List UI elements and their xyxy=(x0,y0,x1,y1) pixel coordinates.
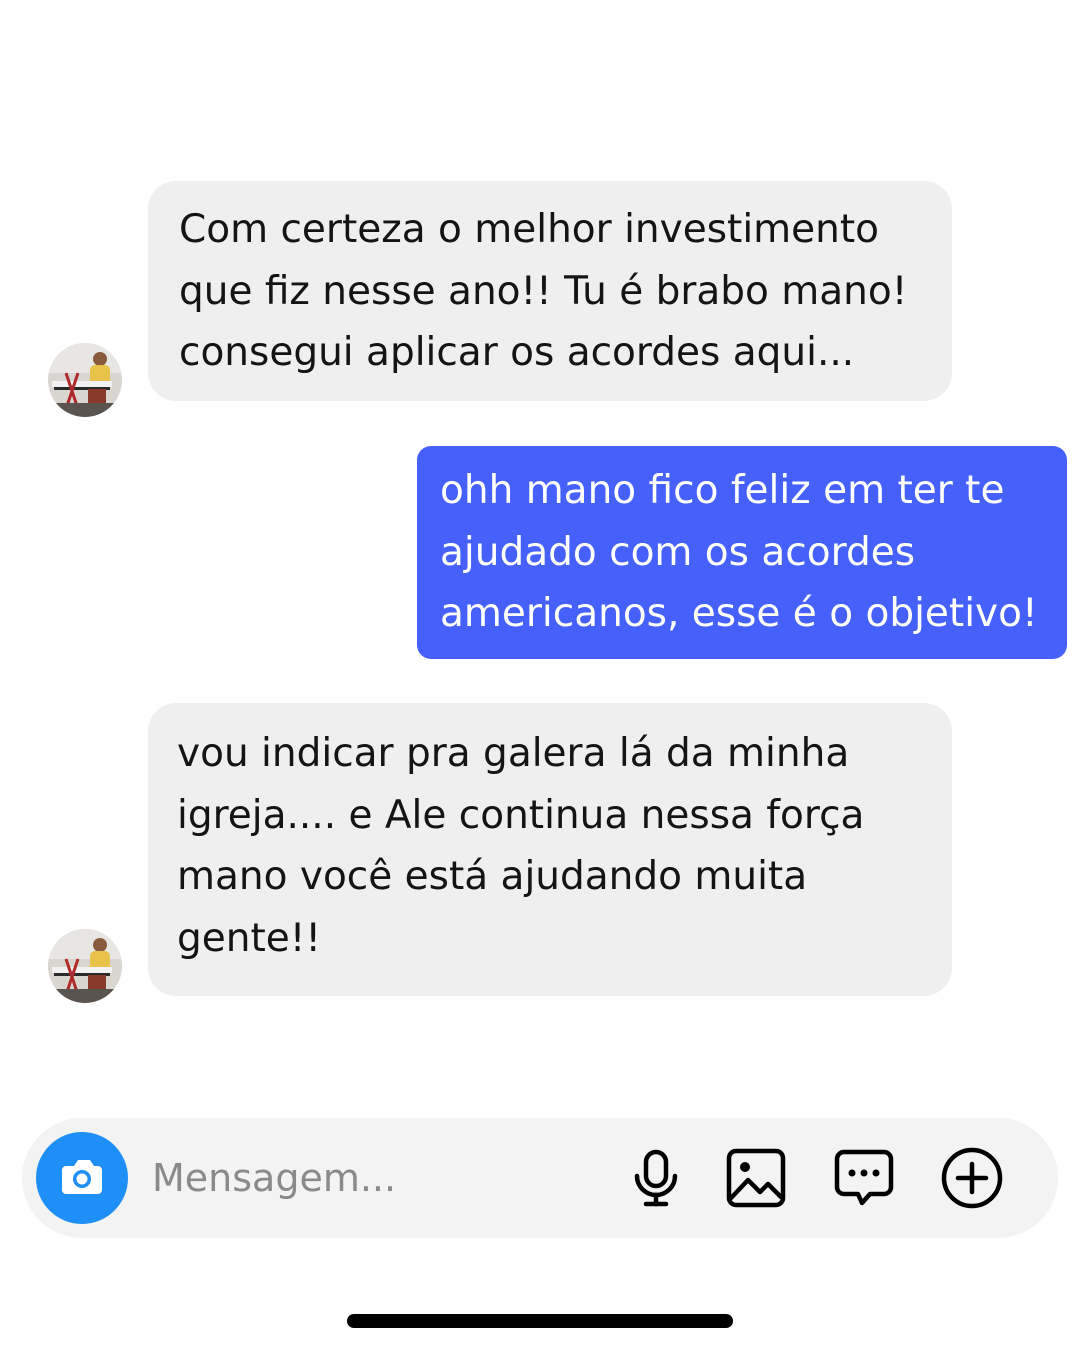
message-composer[interactable]: Mensagem... xyxy=(22,1118,1058,1238)
message-line: que fiz nesse ano!! Tu é brabo mano! xyxy=(179,268,908,314)
message-line: ohh mano fico feliz em ter te xyxy=(440,468,1005,513)
image-icon[interactable] xyxy=(724,1146,788,1210)
message-line: consegui aplicar os acordes aqui... xyxy=(179,330,855,375)
message-line: mano você está ajudando muita xyxy=(177,854,808,899)
microphone-icon[interactable] xyxy=(624,1146,688,1210)
camera-icon xyxy=(62,1160,102,1194)
contact-avatar[interactable] xyxy=(48,929,122,1003)
message-line: gente!! xyxy=(177,915,322,961)
home-indicator[interactable] xyxy=(347,1314,733,1328)
contact-avatar[interactable] xyxy=(48,343,122,417)
sticker-chat-icon[interactable] xyxy=(832,1146,896,1210)
message-bubble-incoming[interactable]: Com certeza o melhor investimento que fi… xyxy=(148,181,952,401)
message-bubble-incoming[interactable]: vou indicar pra galera lá da minha igrej… xyxy=(148,703,952,996)
message-line: igreja.... e Ale continua nessa força xyxy=(177,792,865,838)
message-line: ajudado com os acordes xyxy=(440,529,916,575)
message-line: Com certeza o melhor investimento xyxy=(179,207,880,252)
message-line: americanos, esse é o objetivo! xyxy=(440,591,1038,636)
message-line: vou indicar pra galera lá da minha xyxy=(177,731,850,776)
contact-photo xyxy=(48,929,122,1003)
message-bubble-outgoing[interactable]: ohh mano fico feliz em ter te ajudado co… xyxy=(417,446,1067,659)
contact-photo xyxy=(48,343,122,417)
camera-button[interactable] xyxy=(36,1132,128,1224)
message-input[interactable]: Mensagem... xyxy=(152,1148,396,1208)
plus-circle-icon[interactable] xyxy=(940,1146,1004,1210)
